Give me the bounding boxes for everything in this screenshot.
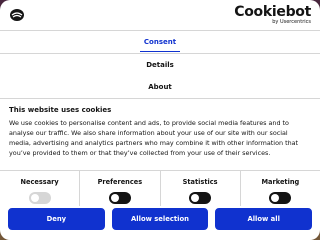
tab-divider xyxy=(0,98,320,99)
dialog-header: Cookiebot by Usercentrics xyxy=(0,0,320,30)
cookie-consent-dialog: Cookiebot by Usercentrics Consent Detail… xyxy=(0,0,320,240)
allow-all-button[interactable]: Allow all xyxy=(215,208,313,230)
content-text: We use cookies to personalise content an… xyxy=(9,119,299,157)
toggle-marketing: Marketing xyxy=(241,170,320,206)
cookiebot-brand[interactable]: Cookiebot by Usercentrics xyxy=(234,5,311,25)
toggle-label: Marketing xyxy=(261,178,300,186)
switch-knob xyxy=(271,194,280,202)
tab-about[interactable]: About xyxy=(0,76,320,98)
allow-selection-button[interactable]: Allow selection xyxy=(111,208,209,230)
tab-consent[interactable]: Consent xyxy=(0,31,320,53)
toggle-label: Preferences xyxy=(97,178,143,186)
brand-subtitle: by Usercentrics xyxy=(272,19,311,25)
brand-name: Cookiebot xyxy=(234,4,311,20)
deny-button[interactable]: Deny xyxy=(8,208,105,230)
tab-details[interactable]: Details xyxy=(0,54,320,76)
preferences-switch[interactable] xyxy=(108,192,131,204)
statistics-switch[interactable] xyxy=(189,192,212,204)
tab-list: Consent Details About xyxy=(0,31,320,99)
toggle-preferences: Preferences xyxy=(80,170,161,206)
toggle-statistics: Statistics xyxy=(161,170,241,206)
toggle-necessary: Necessary xyxy=(0,170,81,206)
site-logo-icon xyxy=(9,8,25,22)
marketing-switch[interactable] xyxy=(269,192,292,204)
consent-content: This website uses cookies We use cookies… xyxy=(0,105,320,158)
toggle-label: Statistics xyxy=(182,178,218,186)
toggle-label: Necessary xyxy=(20,178,59,186)
action-buttons: Deny Allow selection Allow all xyxy=(0,208,320,234)
content-title: This website uses cookies xyxy=(9,106,112,114)
switch-knob xyxy=(110,194,119,202)
consent-toggles: Necessary Preferences Statistics Marketi… xyxy=(0,170,320,206)
switch-knob xyxy=(191,194,200,202)
necessary-switch xyxy=(28,192,51,204)
switch-knob xyxy=(30,194,39,202)
